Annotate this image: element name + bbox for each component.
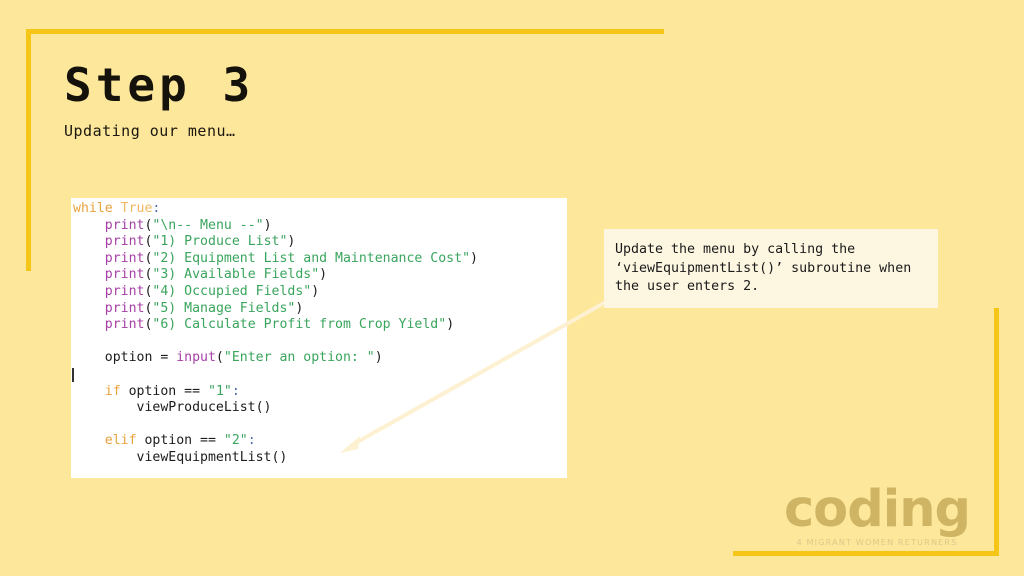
code-token: option == bbox=[120, 383, 208, 399]
code-token: "Enter an option: " bbox=[223, 350, 375, 366]
code-line: print("5) Manage Fields") bbox=[71, 301, 567, 318]
code-token: "\n-- Menu --" bbox=[152, 217, 264, 233]
code-panel[interactable]: while True: print("\n-- Menu --") print(… bbox=[71, 198, 567, 478]
frame-top-line bbox=[26, 29, 664, 34]
frame-right-line bbox=[994, 308, 999, 556]
code-token: "4) Occupied Fields" bbox=[152, 283, 312, 299]
page-subtitle: Updating our menu… bbox=[64, 122, 236, 140]
code-line: while True: bbox=[71, 201, 567, 218]
code-line: viewEquipmentList() bbox=[71, 450, 567, 467]
code-token: while bbox=[73, 201, 121, 216]
code-line: viewProduceList() bbox=[71, 400, 567, 417]
brand-logo: coding 4 MIGRANT WOMEN RETURNERS bbox=[782, 480, 972, 548]
code-token: "3) Available Fields" bbox=[152, 267, 320, 283]
code-token: print bbox=[104, 267, 145, 283]
code-token: elif bbox=[104, 433, 137, 449]
code-token: ) bbox=[295, 300, 304, 316]
code-token: print bbox=[104, 317, 145, 333]
code-token: ) bbox=[287, 234, 296, 250]
code-line: option = input("Enter an option: ") bbox=[71, 350, 567, 367]
code-token: ) bbox=[446, 317, 455, 333]
code-token: "2" bbox=[223, 433, 248, 449]
code-token: ) bbox=[263, 217, 272, 233]
code-line: print("1) Produce List") bbox=[71, 234, 567, 251]
code-token: print bbox=[104, 283, 145, 299]
code-token: ) bbox=[470, 250, 478, 266]
brand-wordmark: coding bbox=[783, 480, 971, 539]
code-token: ( bbox=[215, 350, 224, 366]
code-token: if bbox=[104, 383, 121, 399]
callout-box: Update the menu by calling the ‘viewEqui… bbox=[604, 229, 938, 308]
callout-text: Update the menu by calling the ‘viewEqui… bbox=[615, 242, 912, 294]
code-line: print("6) Calculate Profit from Crop Yie… bbox=[71, 317, 567, 334]
code-line: elif option == "2": bbox=[71, 433, 567, 450]
code-line: print("4) Occupied Fields") bbox=[71, 284, 567, 301]
code-token: option = bbox=[73, 350, 177, 366]
code-token: print bbox=[104, 300, 145, 316]
code-token: print bbox=[104, 250, 145, 266]
code-line: print("3) Available Fields") bbox=[71, 267, 567, 284]
code-line: print("\n-- Menu --") bbox=[71, 218, 567, 235]
code-token: option == bbox=[136, 433, 224, 449]
code-token: "5) Manage Fields" bbox=[152, 300, 296, 316]
code-token: : bbox=[231, 383, 240, 399]
code-token: print bbox=[104, 234, 145, 250]
page-title: Step 3 bbox=[64, 58, 255, 112]
code-lines: while True: print("\n-- Menu --") print(… bbox=[71, 201, 567, 467]
brand-tagline: 4 MIGRANT WOMEN RETURNERS bbox=[796, 537, 958, 548]
frame-bottom-line bbox=[733, 551, 999, 556]
code-token: "2) Equipment List and Maintenance Cost" bbox=[152, 250, 471, 266]
code-token: : bbox=[247, 433, 256, 449]
code-line: print("2) Equipment List and Maintenance… bbox=[71, 251, 567, 268]
code-token: : bbox=[152, 201, 161, 216]
code-token: ) bbox=[319, 267, 328, 283]
code-token: "1) Produce List" bbox=[152, 234, 288, 250]
code-token: viewProduceList() bbox=[73, 400, 272, 416]
code-token: "1" bbox=[208, 383, 232, 399]
frame-left-line bbox=[26, 29, 31, 271]
text-caret bbox=[72, 368, 74, 382]
code-token: "6) Calculate Profit from Crop Yield" bbox=[152, 317, 447, 333]
code-token: ) bbox=[311, 283, 320, 299]
code-token: True bbox=[120, 201, 153, 216]
code-line: if option == "1": bbox=[71, 384, 567, 401]
code-token: viewEquipmentList() bbox=[73, 449, 288, 465]
code-token: print bbox=[104, 217, 145, 233]
code-token: ) bbox=[374, 350, 383, 366]
code-token: input bbox=[176, 350, 216, 366]
